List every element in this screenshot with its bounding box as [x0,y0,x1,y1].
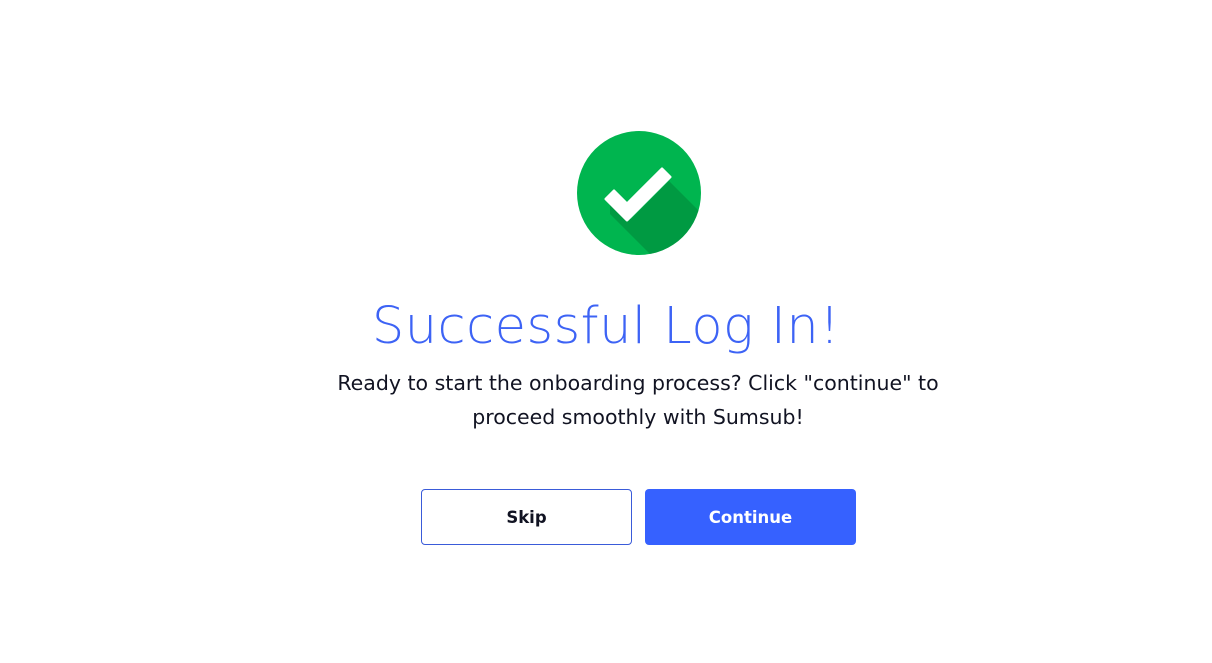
login-success-page: Successful Log In! Ready to start the on… [0,0,1212,663]
checkmark-success-icon [577,131,701,255]
skip-button[interactable]: Skip [421,489,632,545]
continue-button[interactable]: Continue [645,489,856,545]
continue-button-label: Continue [708,507,793,527]
page-title: Successful Log In! [371,297,841,356]
onboarding-message: Ready to start the onboarding process? C… [337,371,939,429]
skip-button-label: Skip [506,507,547,527]
